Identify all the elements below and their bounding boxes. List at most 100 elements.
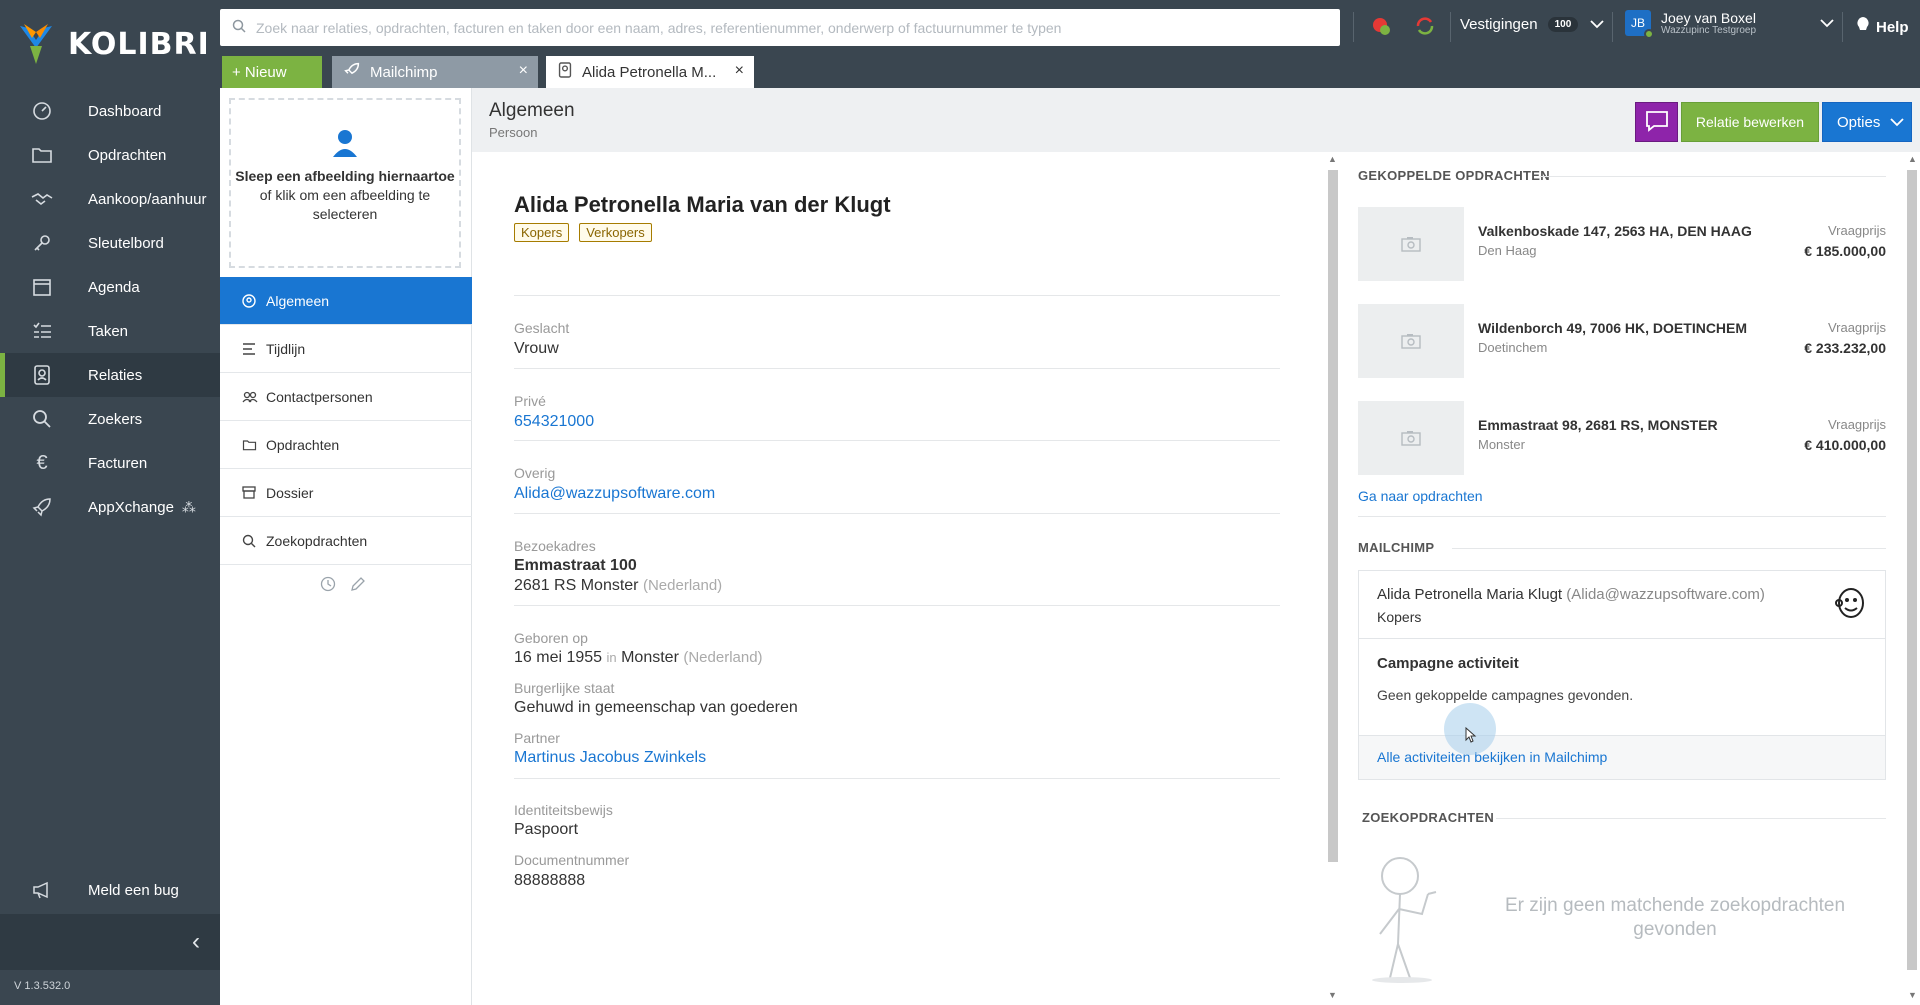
vestigingen-dropdown[interactable]: Vestigingen 100 (1460, 16, 1604, 33)
right-scrollbar[interactable]: ▲ ▼ (1904, 152, 1920, 1005)
menu-label: Dossier (266, 484, 314, 501)
dashboard-icon (30, 99, 54, 123)
search-icon (30, 407, 54, 431)
mailchimp-member-name: Alida Petronella Maria Klugt (Alida@wazz… (1377, 586, 1765, 603)
pencil-icon[interactable] (350, 576, 366, 595)
section-title-zoekopdrachten: ZOEKOPDRACHTEN (1362, 810, 1495, 825)
price-value: € 233.232,00 (1804, 340, 1886, 356)
nav-item-facturen[interactable]: € Facturen (0, 441, 220, 485)
bug-label: Meld een bug (88, 881, 179, 899)
divider (1450, 12, 1451, 42)
image-dropzone[interactable]: Sleep een afbeelding hiernaartoe of klik… (229, 98, 461, 268)
search-icon (232, 19, 246, 36)
divider (1496, 818, 1886, 819)
global-search[interactable] (220, 9, 1340, 46)
email-link[interactable]: Alida@wazzupsoftware.com (514, 485, 715, 503)
property-card[interactable]: Emmastraat 98, 2681 RS, MONSTER Monster … (1358, 401, 1886, 475)
menu-label: Tijdlijn (266, 340, 306, 357)
close-icon[interactable]: × (519, 62, 528, 80)
logo-text: KOLIBRI (68, 26, 210, 62)
rocket-icon (344, 62, 360, 82)
menu-item-opdrachten[interactable]: Opdrachten (220, 421, 472, 469)
key-icon (30, 231, 54, 255)
nav-item-appxchange[interactable]: AppXchange ⁂ (0, 485, 220, 529)
property-city: Den Haag (1478, 243, 1537, 258)
property-card[interactable]: Valkenboskade 147, 2563 HA, DEN HAAG Den… (1358, 207, 1886, 281)
nav-label: Taken (88, 322, 129, 340)
scrollbar-thumb[interactable] (1328, 170, 1338, 862)
page-subtitle: Persoon (489, 125, 538, 140)
nav-label: Sleutelbord (88, 234, 164, 252)
kolibri-logo[interactable]: KOLIBRI (18, 16, 210, 72)
nav-item-taken[interactable]: Taken (0, 309, 220, 353)
divider (514, 778, 1280, 779)
nav-item-sleutelbord[interactable]: Sleutelbord (0, 221, 220, 265)
campaign-title: Campagne activiteit (1377, 655, 1519, 672)
scroll-up-icon[interactable]: ▲ (1908, 154, 1917, 164)
report-bug-button[interactable]: Meld een bug (0, 868, 220, 912)
nav-label: AppXchange (88, 498, 174, 516)
menu-item-algemeen[interactable]: Algemeen (220, 277, 480, 325)
edit-relation-button[interactable]: Relatie bewerken (1681, 102, 1819, 142)
mailchimp-logo-icon (1833, 585, 1869, 621)
all-activities-link[interactable]: Alle activiteiten bekijken in Mailchimp (1377, 749, 1607, 765)
alert-bell-icon[interactable] (1370, 15, 1394, 39)
tag-kopers: Kopers (514, 223, 570, 242)
new-button[interactable]: + Nieuw (222, 56, 322, 88)
divider (514, 605, 1280, 606)
born-row: 16 mei 1955 in Monster (Nederland) (514, 649, 763, 667)
nav-item-agenda[interactable]: Agenda (0, 265, 220, 309)
scroll-down-icon[interactable]: ▼ (1908, 990, 1917, 1000)
other-label: Overig (514, 465, 556, 481)
scrollbar-thumb[interactable] (1907, 170, 1917, 970)
contact-icon (558, 62, 572, 82)
handshake-icon (30, 187, 54, 211)
empty-state-text: Er zijn geen matchende zoekopdrachten ge… (1504, 895, 1846, 940)
nav-label: Dashboard (88, 102, 162, 120)
photo-placeholder-icon (1358, 304, 1464, 378)
tab-relation[interactable]: Alida Petronella M... × (546, 56, 754, 88)
goto-opdrachten-link[interactable]: Ga naar opdrachten (1358, 488, 1483, 504)
nav-item-aankoop[interactable]: Aankoop/aanhuur (0, 177, 220, 221)
search-input[interactable] (256, 19, 1336, 36)
property-card[interactable]: Wildenborch 49, 7006 HK, DOETINCHEM Doet… (1358, 304, 1886, 378)
menu-item-contactpersonen[interactable]: Contactpersonen (220, 373, 472, 421)
nav-item-zoekers[interactable]: Zoekers (0, 397, 220, 441)
scroll-down-icon[interactable]: ▼ (1328, 990, 1337, 1000)
private-label: Privé (514, 393, 546, 409)
chat-button[interactable] (1635, 102, 1678, 142)
tab-mailchimp[interactable]: Mailchimp × (332, 56, 538, 88)
user-menu[interactable]: JB Joey van Boxel Wazzupinc Testgroep (1625, 9, 1834, 39)
menu-item-zoekopdrachten[interactable]: Zoekopdrachten (220, 517, 472, 565)
photo-placeholder-icon (1358, 401, 1464, 475)
folder-icon (30, 143, 54, 167)
megaphone-icon (30, 878, 54, 902)
close-icon[interactable]: × (735, 62, 744, 80)
nav-label: Zoekers (88, 410, 143, 428)
folder-icon (242, 439, 260, 451)
options-button[interactable]: Opties (1822, 102, 1912, 142)
main-scrollbar[interactable]: ▲ ▼ (1324, 152, 1340, 1005)
chevron-down-icon (1890, 114, 1904, 131)
archive-icon (242, 486, 260, 499)
chevron-left-icon: ‹ (192, 928, 200, 955)
menu-item-tijdlijn[interactable]: Tijdlijn (220, 325, 472, 373)
menu-item-dossier[interactable]: Dossier (220, 469, 472, 517)
help-button[interactable]: Help (1856, 16, 1909, 38)
dropzone-hint: of klik om een afbeelding te selecteren (259, 187, 431, 222)
content-header: Algemeen Persoon Relatie bewerken Opties (472, 88, 1920, 152)
timeline-icon (242, 342, 260, 355)
version-label: V 1.3.532.0 (14, 980, 71, 992)
price-label: Vraagprijs (1827, 223, 1886, 238)
nav-item-opdrachten[interactable]: Opdrachten (0, 133, 220, 177)
scroll-up-icon[interactable]: ▲ (1328, 154, 1337, 164)
phone-link[interactable]: 654321000 (514, 413, 594, 431)
nav-item-dashboard[interactable]: Dashboard (0, 89, 220, 133)
collapse-sidebar-button[interactable]: ‹ (0, 914, 220, 970)
property-address: Emmastraat 98, 2681 RS, MONSTER (1478, 417, 1718, 433)
user-name: Joey van Boxel (1661, 9, 1756, 26)
sync-icon[interactable] (1414, 15, 1438, 39)
partner-link[interactable]: Martinus Jacobus Zwinkels (514, 749, 706, 767)
nav-item-relaties[interactable]: Relaties (0, 353, 220, 397)
history-icon[interactable] (320, 576, 336, 595)
